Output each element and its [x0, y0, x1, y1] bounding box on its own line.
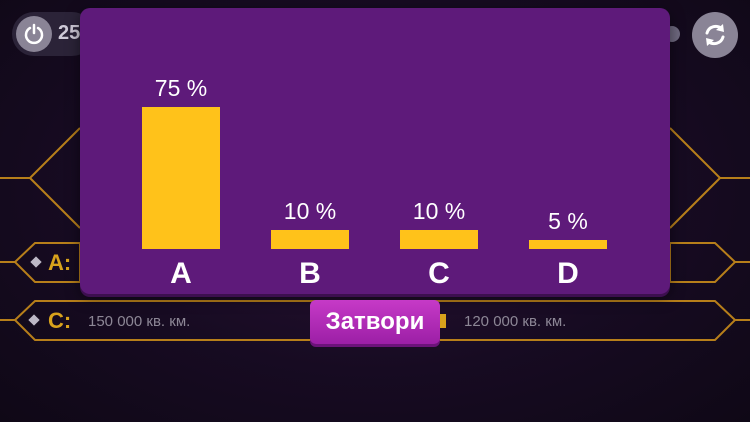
score-text: 25 [58, 22, 81, 44]
bar-value-label-b: 10 % [283, 198, 337, 224]
bar-value-label-c: 10 % [412, 198, 466, 224]
answer-c-letter[interactable]: C: [48, 308, 71, 334]
bar-c [400, 230, 478, 249]
answer-d-text[interactable]: 120 000 кв. км. [464, 313, 566, 330]
category-label-d: D [557, 257, 579, 290]
category-label-a: A [170, 257, 192, 290]
game-screen: 25 A: C: 150 000 кв. км. 120 000 кв. км.… [0, 0, 750, 422]
audience-poll-modal: 75 % A 10 % B 10 % C 5 % D [80, 8, 670, 294]
refresh-button[interactable] [692, 12, 738, 58]
answer-d-letter-partial [440, 308, 446, 334]
category-label-b: B [299, 257, 321, 290]
answer-c-text[interactable]: 150 000 кв. км. [88, 313, 190, 330]
category-label-c: C [428, 257, 450, 290]
refresh-icon [705, 24, 725, 46]
close-button[interactable]: Затвори [310, 300, 440, 344]
power-icon [24, 23, 44, 45]
bar-a [142, 106, 220, 249]
power-button[interactable] [16, 16, 52, 52]
answer-a-letter[interactable]: A: [48, 250, 71, 276]
bar-d [529, 239, 607, 249]
bar-value-label-a: 75 % [154, 74, 208, 101]
bar-b [271, 230, 349, 249]
bar-value-label-d: 5 % [548, 207, 588, 234]
